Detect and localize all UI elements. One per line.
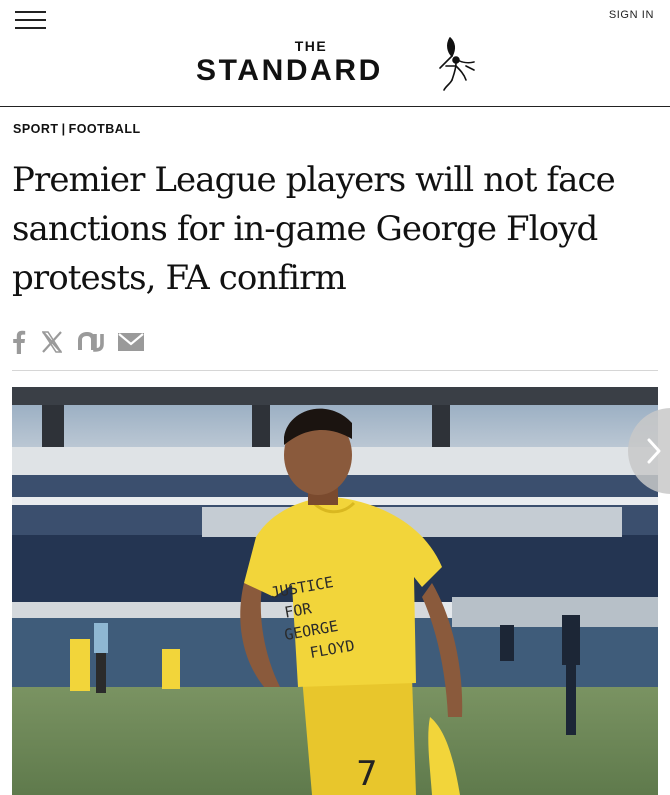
shirt-number: 7 [356,754,378,794]
x-icon[interactable] [42,330,62,356]
site-header: SIGN IN THE STANDARD [0,0,670,107]
article-headline: Premier League players will not face san… [12,160,616,298]
eros-statue-icon [439,37,475,91]
facebook-icon[interactable] [12,330,26,356]
menu-bar [15,19,46,21]
menu-bar [15,11,46,13]
logo-the: THE [294,38,328,54]
breadcrumb-football[interactable]: FOOTBALL [69,122,141,136]
menu-bar [15,27,46,29]
hero-image: JUSTICE FOR GEORGE FLOYD 7 [12,387,658,795]
breadcrumb-separator: | [61,122,66,136]
logo-standard: STANDARD [196,54,383,87]
email-icon[interactable] [118,330,144,356]
breadcrumb-sport[interactable]: SPORT [13,122,59,136]
hamburger-menu-icon[interactable] [15,11,46,29]
hero-photo-illustration: JUSTICE FOR GEORGE FLOYD 7 [12,387,658,795]
breadcrumb: SPORT | FOOTBALL [13,122,141,136]
chevron-right-icon [647,438,661,464]
newsbreak-icon[interactable] [78,330,104,356]
sign-in-link[interactable]: SIGN IN [609,9,654,21]
share-divider [12,370,658,371]
site-logo[interactable]: THE STANDARD [0,36,670,96]
